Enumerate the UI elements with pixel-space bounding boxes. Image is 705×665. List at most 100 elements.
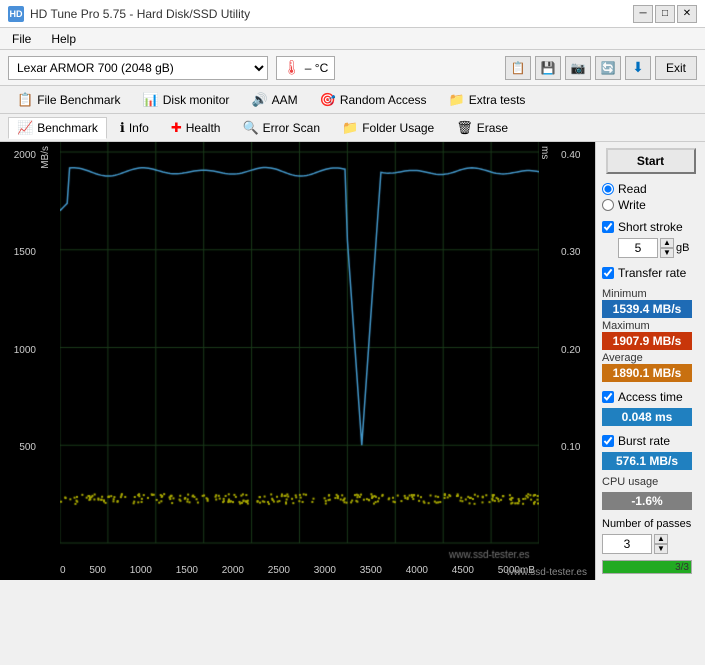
app-icon: HD [8,6,24,22]
close-button[interactable]: ✕ [677,5,697,23]
burst-rate-checkbox-label[interactable]: Burst rate [602,434,699,448]
y-unit-right: ms [539,146,550,159]
title-bar: HD HD Tune Pro 5.75 - Hard Disk/SSD Util… [0,0,705,28]
right-panel: Start Read Write Short stroke 5 [595,142,705,580]
window-controls: ─ □ ✕ [633,5,697,23]
toolbar-btn-download[interactable]: ⬇ [625,56,651,80]
passes-label: Number of passes [602,518,699,530]
tab-error-scan[interactable]: 🔍 Error Scan [233,117,329,139]
x-label-1000: 1000 [130,565,152,576]
x-label-4000: 4000 [406,565,428,576]
tab-benchmark-label: Benchmark [37,121,98,135]
short-stroke-input[interactable]: 5 [618,238,658,258]
y-unit-left: MB/s [40,146,51,169]
start-button[interactable]: Start [606,148,696,174]
menu-bar: File Help [0,28,705,50]
benchmark-chart [60,142,539,563]
write-radio-label[interactable]: Write [602,198,699,212]
short-stroke-unit: gB [676,242,689,254]
y-label-1500: 1500 [14,247,36,258]
burst-rate-label: Burst rate [618,434,670,448]
toolbar-btn-4[interactable]: 🔄 [595,56,621,80]
tab-aam-label: AAM [272,93,298,107]
burst-rate-value: 576.1 MB/s [602,452,692,470]
menu-help[interactable]: Help [47,30,80,48]
short-stroke-down[interactable]: ▼ [660,248,674,258]
watermark: www.ssd-tester.es [506,564,587,578]
tab-extra-tests-label: Extra tests [469,93,526,107]
read-radio[interactable] [602,183,614,195]
tab-info-label: Info [129,121,149,135]
passes-spin-buttons: ▲ ▼ [654,534,668,554]
x-label-1500: 1500 [176,565,198,576]
disk-monitor-icon: 📊 [143,92,159,108]
tab-disk-monitor-label: Disk monitor [163,93,230,107]
maximize-button[interactable]: □ [655,5,675,23]
burst-rate-checkbox[interactable] [602,435,614,447]
short-stroke-checkbox[interactable] [602,221,614,233]
passes-up[interactable]: ▲ [654,534,668,544]
short-stroke-checkbox-label[interactable]: Short stroke [602,220,699,234]
erase-icon: 🗑 [456,120,473,136]
toolbar: Lexar ARMOR 700 (2048 gB) 🌡 – °C 📋 💾 📷 🔄… [0,50,705,86]
short-stroke-spin-row: 5 ▲ ▼ gB [618,238,699,258]
short-stroke-spin-buttons: ▲ ▼ [660,238,674,258]
minimize-button[interactable]: ─ [633,5,653,23]
drive-select[interactable]: Lexar ARMOR 700 (2048 gB) [8,56,268,80]
exit-button[interactable]: Exit [655,56,697,80]
tab-random-access[interactable]: 🎯 Random Access [311,89,436,111]
tabs-row-2: 📈 Benchmark ℹ Info ✚ Health 🔍 Error Scan… [0,114,705,142]
tab-benchmark[interactable]: 📈 Benchmark [8,117,107,139]
y-label-0_20: 0.20 [561,345,580,356]
tab-erase[interactable]: 🗑 Erase [447,117,517,139]
access-time-value: 0.048 ms [602,408,692,426]
tab-folder-usage[interactable]: 📁 Folder Usage [333,117,443,139]
tabs-row-1: 📋 File Benchmark 📊 Disk monitor 🔊 AAM 🎯 … [0,86,705,114]
file-benchmark-icon: 📋 [17,92,33,108]
tab-disk-monitor[interactable]: 📊 Disk monitor [134,89,239,111]
y-label-2000: 2000 [14,150,36,161]
menu-file[interactable]: File [8,30,35,48]
x-label-2500: 2500 [268,565,290,576]
toolbar-btn-1[interactable]: 📋 [505,56,531,80]
tab-erase-label: Erase [477,121,508,135]
short-stroke-up[interactable]: ▲ [660,238,674,248]
random-access-icon: 🎯 [320,92,336,108]
passes-down[interactable]: ▼ [654,544,668,554]
transfer-rate-checkbox[interactable] [602,267,614,279]
tab-random-access-label: Random Access [340,93,427,107]
tab-aam[interactable]: 🔊 AAM [242,89,306,111]
aam-icon: 🔊 [251,92,267,108]
health-icon: ✚ [171,120,182,136]
progress-bar-fill: 3/3 [603,561,691,573]
content-wrapper: 📈 Benchmark ℹ Info ✚ Health 🔍 Error Scan… [0,114,705,580]
tab-file-benchmark[interactable]: 📋 File Benchmark [8,89,130,111]
toolbar-btn-2[interactable]: 💾 [535,56,561,80]
cpu-usage-value: -1.6% [602,492,692,510]
x-label-0: 0 [60,565,66,576]
transfer-rate-checkbox-label[interactable]: Transfer rate [602,266,699,280]
tab-health[interactable]: ✚ Health [162,117,230,139]
tab-extra-tests[interactable]: 📁 Extra tests [440,89,535,111]
transfer-rate-label: Transfer rate [618,266,686,280]
passes-input[interactable] [602,534,652,554]
average-value: 1890.1 MB/s [602,364,692,382]
maximum-label: Maximum [602,320,699,332]
tab-info[interactable]: ℹ Info [111,117,158,139]
info-icon: ℹ [120,120,125,136]
write-radio[interactable] [602,199,614,211]
y-label-1000: 1000 [14,345,36,356]
toolbar-btn-3[interactable]: 📷 [565,56,591,80]
cpu-usage-label: CPU usage [602,476,699,488]
progress-bar: 3/3 [602,560,692,574]
read-radio-label[interactable]: Read [602,182,699,196]
access-time-checkbox[interactable] [602,391,614,403]
folder-usage-icon: 📁 [342,120,358,136]
average-label: Average [602,352,699,364]
access-time-checkbox-label[interactable]: Access time [602,390,699,404]
x-label-500: 500 [89,565,106,576]
temp-value: – °C [305,61,328,75]
extra-tests-icon: 📁 [449,92,465,108]
stats-section: Minimum 1539.4 MB/s Maximum 1907.9 MB/s … [602,286,699,382]
y-label-0_40: 0.40 [561,150,580,161]
